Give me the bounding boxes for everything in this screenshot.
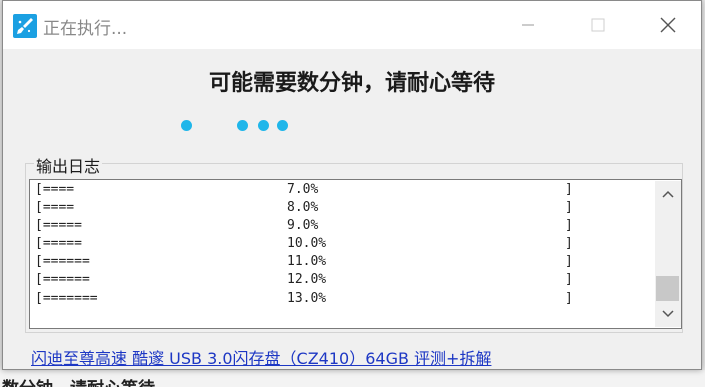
title-bar[interactable]: 正在执行... [3, 1, 701, 49]
log-line-end: ] [565, 254, 573, 270]
log-line-percent: 9.0% [287, 218, 319, 234]
wait-headline: 可能需要数分钟，请耐心等待 [208, 71, 495, 96]
log-line: [===== 9.0% ] [35, 218, 655, 236]
log-line-end: ] [565, 182, 573, 197]
minimize-icon [522, 24, 534, 26]
background-window-text: 数分钟，请耐心等待 [2, 374, 155, 387]
scroll-down-button[interactable] [655, 301, 681, 327]
log-scrollbar[interactable] [655, 181, 681, 327]
log-line: [==== 7.0% ] [35, 182, 655, 200]
background-window: 数分钟，请耐心等待 [0, 370, 705, 387]
log-line-bar: [==== [35, 182, 75, 197]
log-line-percent: 7.0% [287, 182, 319, 197]
window-title: 正在执行... [43, 19, 128, 39]
close-icon [660, 17, 676, 33]
log-line: [======= 13.0% ] [35, 291, 655, 309]
log-line-percent: 13.0% [287, 290, 327, 306]
log-line-bar: [======= [35, 290, 98, 306]
maximize-button[interactable] [563, 1, 633, 49]
progress-dot [237, 120, 248, 131]
log-line-end: ] [565, 236, 573, 252]
chevron-up-icon [662, 190, 674, 198]
progress-dot [277, 120, 288, 131]
minimize-button[interactable] [493, 1, 563, 49]
log-line-end: ] [565, 290, 573, 306]
log-line-percent: 8.0% [287, 200, 319, 216]
log-line-end: ] [565, 218, 573, 234]
log-line: [===== 10.0% ] [35, 236, 655, 254]
log-line-end: ] [565, 272, 573, 288]
log-line: [====== 12.0% ] [35, 272, 655, 290]
log-line-bar: [===== [35, 218, 82, 234]
log-line-percent: 11.0% [287, 254, 327, 270]
log-line-bar: [===== [35, 236, 82, 252]
log-line-percent: 12.0% [287, 272, 327, 288]
maximize-icon [591, 18, 605, 32]
log-group-label: 输出日志 [34, 153, 103, 177]
progress-dialog: 正在执行... 可能需要数分钟，请耐心等待 输出日志 [==== 7.0%] … [2, 0, 702, 370]
log-line-percent: 10.0% [287, 236, 327, 252]
log-line-bar: [====== [35, 272, 90, 288]
log-line-end: ] [565, 200, 573, 216]
progress-dot [258, 120, 269, 131]
article-link[interactable]: 闪迪至尊高速 酷邃 USB 3.0闪存盘（CZ410）64GB 评测+拆解 [31, 345, 491, 369]
output-log[interactable]: [==== 7.0% ] [==== 8.0% ] [===== 9.0% ] … [29, 179, 682, 329]
scroll-up-button[interactable] [655, 181, 681, 207]
log-line-bar: [====== [35, 254, 90, 270]
scroll-thumb[interactable] [656, 276, 679, 301]
log-line: [====== 11.0% ] [35, 254, 655, 272]
close-button[interactable] [633, 1, 703, 49]
log-lines: [==== 7.0% ] [==== 8.0% ] [===== 9.0% ] … [35, 182, 655, 309]
log-line-bar: [==== [35, 200, 75, 216]
chevron-down-icon [662, 310, 674, 318]
brush-app-icon [13, 14, 37, 38]
log-line: [==== 8.0% ] [35, 200, 655, 218]
progress-dot [181, 120, 192, 131]
